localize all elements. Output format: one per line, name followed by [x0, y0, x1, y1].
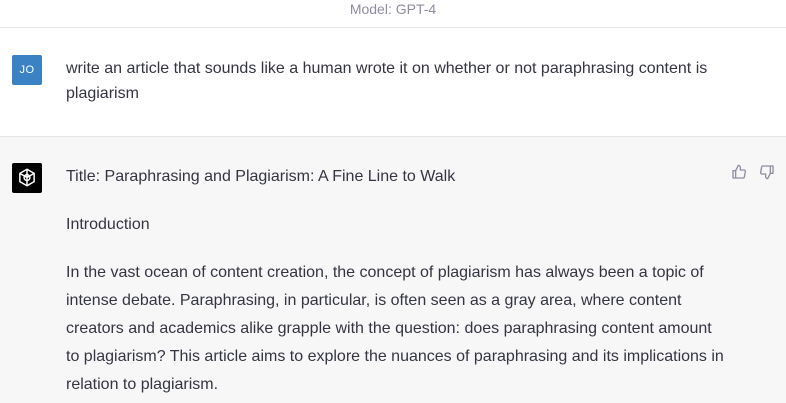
assistant-message-content: Title: Paraphrasing and Plagiarism: A Fi…: [66, 163, 726, 399]
article-title: Title: Paraphrasing and Plagiarism: A Fi…: [66, 168, 456, 185]
thumbs-down-icon[interactable]: [758, 163, 776, 181]
thumbs-up-icon[interactable]: [730, 163, 748, 181]
user-message-text: write an article that sounds like a huma…: [66, 60, 708, 102]
model-bar: Model: GPT-4: [0, 0, 786, 28]
user-avatar-initials: JO: [19, 64, 35, 76]
article-section-heading: Introduction: [66, 216, 150, 233]
user-message-row: JO write an article that sounds like a h…: [0, 28, 786, 137]
article-paragraph: In the vast ocean of content creation, t…: [66, 264, 724, 393]
chat-page: Model: GPT-4 JO write an article that so…: [0, 0, 786, 403]
feedback-controls: [730, 163, 776, 181]
openai-logo-icon: [12, 163, 42, 193]
model-label: Model: GPT-4: [349, 1, 437, 17]
user-avatar: JO: [12, 55, 42, 85]
assistant-message-row: Title: Paraphrasing and Plagiarism: A Fi…: [0, 137, 786, 403]
